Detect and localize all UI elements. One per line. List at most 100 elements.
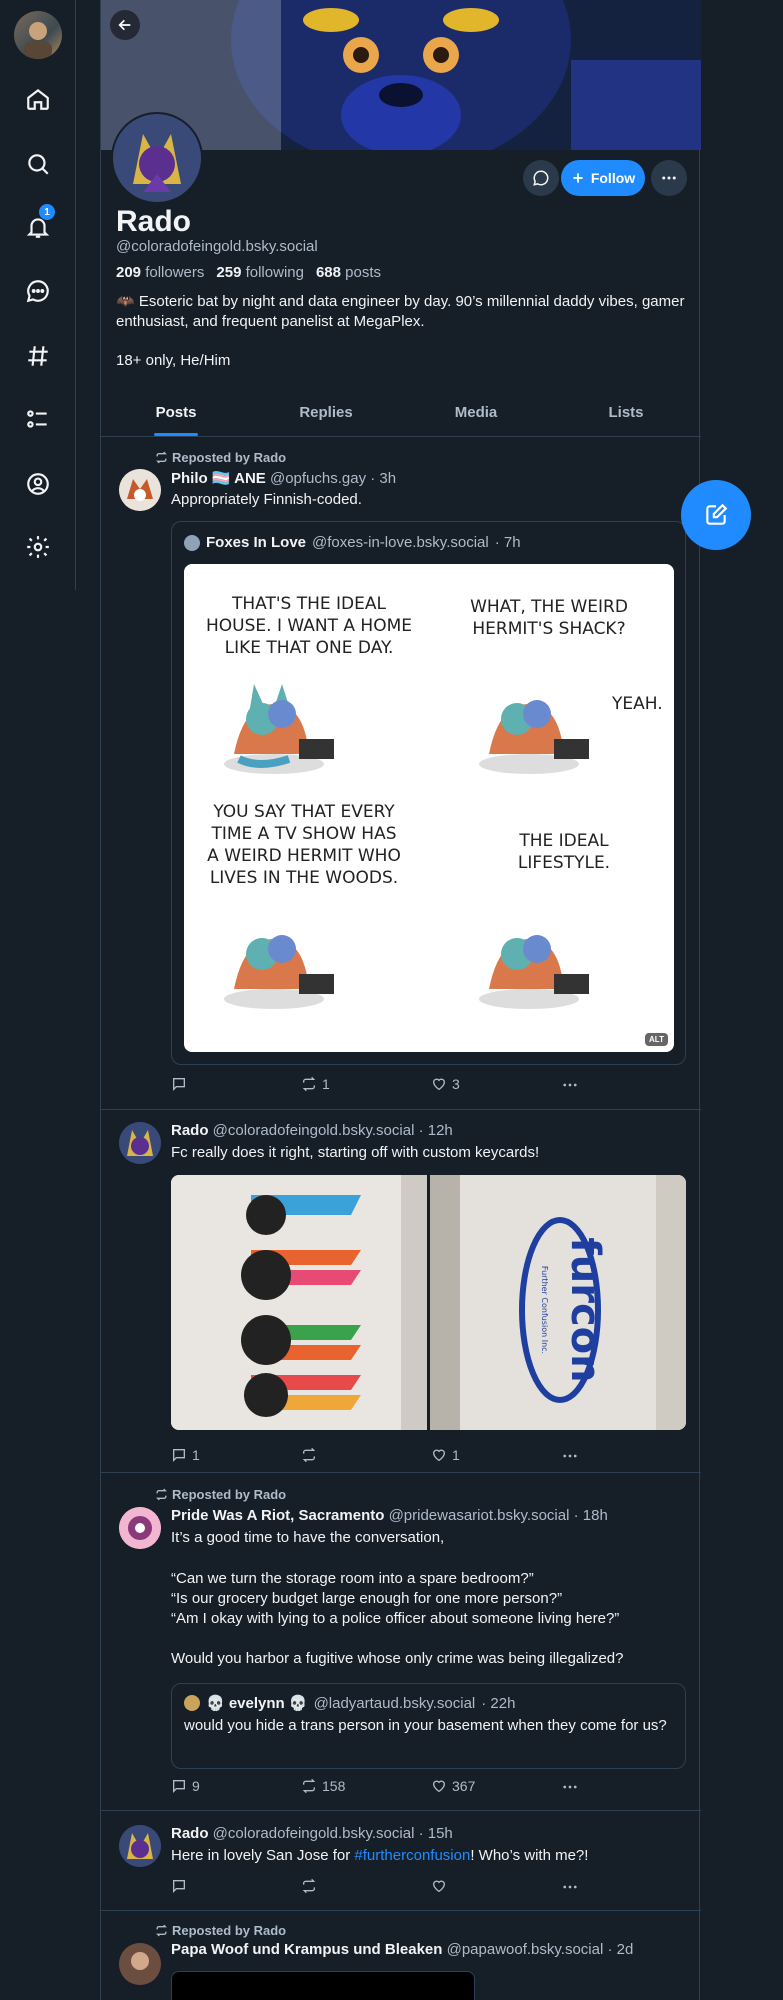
post-more-button[interactable]: [561, 1778, 579, 1796]
follow-button[interactable]: Follow: [561, 160, 645, 196]
compose-button[interactable]: [681, 480, 751, 550]
tab-replies[interactable]: Replies: [251, 395, 401, 436]
left-nav: 1: [0, 0, 76, 590]
lists-icon[interactable]: [18, 399, 58, 439]
comic-panel-1-text: THAT'S THE IDEAL HOUSE. I WANT A HOME LIKE…: [206, 594, 412, 658]
more-options-button[interactable]: [651, 160, 687, 196]
post-time[interactable]: · 18h: [574, 1507, 608, 1524]
feed-post[interactable]: Rado @coloradofeingold.bsky.social · 15h…: [101, 1811, 701, 1911]
tab-media[interactable]: Media: [401, 395, 551, 436]
my-avatar[interactable]: [14, 11, 62, 59]
repost-small-icon: [155, 451, 168, 464]
furcon-logo-sub: Further Confusion Inc.: [540, 1266, 549, 1354]
author-name[interactable]: Pride Was A Riot, Sacramento: [171, 1507, 384, 1524]
hashtag-icon[interactable]: [18, 336, 58, 376]
home-icon[interactable]: [18, 79, 58, 119]
fox-couple-4: [479, 935, 589, 1009]
following-link[interactable]: 259 following: [216, 264, 304, 281]
notifications-icon[interactable]: 1: [18, 204, 58, 247]
keycards-image[interactable]: [171, 1175, 427, 1430]
posts-count: 688 posts: [315, 264, 382, 281]
profile-icon[interactable]: [18, 464, 58, 504]
reply-button[interactable]: 9: [171, 1778, 200, 1794]
notifications-badge: 1: [39, 204, 55, 220]
author-name[interactable]: Philo 🏳️‍⚧️ ANE: [171, 470, 266, 487]
post-text: Here in lovely San Jose for #furtherconf…: [171, 1847, 589, 1864]
reply-button[interactable]: [171, 1076, 192, 1092]
message-button[interactable]: [523, 160, 559, 196]
follow-label: Follow: [590, 170, 636, 186]
post-actions: 1 1: [171, 1447, 591, 1467]
feed-post[interactable]: Rado @coloradofeingold.bsky.social · 12h…: [101, 1110, 701, 1473]
tab-lists[interactable]: Lists: [551, 395, 701, 436]
post-avatar[interactable]: [119, 1825, 161, 1867]
alt-text-badge[interactable]: ALT: [645, 1033, 668, 1046]
quoted-post[interactable]: Foxes In Love @foxes-in-love.bsky.social…: [171, 521, 686, 1065]
post-actions: 1 3: [171, 1076, 591, 1096]
post-avatar[interactable]: [119, 469, 161, 511]
quoted-post[interactable]: 💀 evelynn 💀 @ladyartaud.bsky.social · 22…: [171, 1683, 686, 1769]
author-handle[interactable]: @pridewasariot.bsky.social: [389, 1507, 570, 1524]
author-handle[interactable]: @papawoof.bsky.social: [447, 1941, 604, 1958]
post-text-line-2: “Can we turn the storage room into a spa…: [171, 1570, 534, 1587]
author-handle[interactable]: @coloradofeingold.bsky.social: [213, 1122, 415, 1139]
fox-couple-1: [224, 684, 334, 774]
reply-button[interactable]: [171, 1878, 187, 1894]
repost-button[interactable]: 158: [301, 1778, 345, 1794]
furcon-card-image[interactable]: furcon Further Confusion Inc.: [430, 1175, 686, 1430]
fox-couple-2: [479, 700, 589, 774]
post-avatar[interactable]: [119, 1122, 161, 1164]
author-name[interactable]: Rado: [171, 1122, 209, 1139]
quote-handle: @foxes-in-love.bsky.social: [312, 534, 489, 551]
post-text-line-1: It’s a good time to have the conversatio…: [171, 1529, 445, 1546]
author-name[interactable]: Papa Woof und Krampus und Bleaken: [171, 1941, 442, 1958]
quote-text: would you hide a trans person in your ba…: [184, 1717, 667, 1734]
followers-link[interactable]: 209 followers: [116, 264, 204, 281]
post-images: furcon Further Confusion Inc.: [171, 1175, 686, 1430]
like-button[interactable]: [431, 1878, 447, 1894]
profile-bio: 🦇 Esoteric bat by night and data enginee…: [116, 293, 685, 330]
repost-button[interactable]: 1: [301, 1076, 330, 1092]
post-time[interactable]: · 3h: [370, 470, 396, 487]
chat-icon[interactable]: [18, 271, 58, 311]
quote-handle: @ladyartaud.bsky.social: [313, 1694, 476, 1712]
fox-couple-3: [224, 935, 334, 1009]
reply-button[interactable]: 1: [171, 1447, 200, 1463]
settings-icon[interactable]: [18, 527, 58, 567]
quote-author: Foxes In Love: [206, 534, 307, 551]
back-button[interactable]: [110, 10, 140, 40]
post-time[interactable]: · 15h: [419, 1825, 453, 1842]
like-button[interactable]: 367: [431, 1778, 475, 1794]
author-name[interactable]: Rado: [171, 1825, 209, 1842]
post-text-line-3: “Is our grocery budget large enough for …: [171, 1590, 563, 1607]
repost-button[interactable]: [301, 1447, 322, 1463]
post-avatar[interactable]: [119, 1943, 161, 1985]
post-video-preview[interactable]: [171, 1971, 475, 2000]
comic-panel-2-reply: YEAH.: [611, 694, 663, 714]
post-header: Philo 🏳️‍⚧️ ANE @opfuchs.gay · 3h: [171, 469, 396, 487]
tab-posts[interactable]: Posts: [101, 395, 251, 436]
post-more-button[interactable]: [561, 1076, 579, 1094]
post-more-button[interactable]: [561, 1878, 579, 1896]
feed-post[interactable]: Reposted by Rado Pride Was A Riot, Sacra…: [101, 1473, 701, 1811]
comic-image[interactable]: THAT'S THE IDEAL HOUSE. I WANT A HOME LIKE…: [184, 564, 674, 1052]
feed-post[interactable]: Reposted by Rado Philo 🏳️‍⚧️ ANE @opfuch…: [101, 437, 701, 1110]
repost-indicator: Reposted by Rado: [155, 1923, 286, 1938]
post-actions: 9 158 367: [171, 1778, 591, 1798]
profile-avatar[interactable]: [111, 112, 203, 204]
repost-button[interactable]: [301, 1878, 317, 1894]
repost-indicator: Reposted by Rado: [155, 450, 286, 465]
post-avatar[interactable]: [119, 1507, 161, 1549]
plus-icon: [571, 171, 585, 185]
search-icon[interactable]: [18, 144, 58, 184]
author-handle[interactable]: @opfuchs.gay: [270, 470, 366, 487]
post-header: Rado @coloradofeingold.bsky.social · 12h: [171, 1122, 453, 1139]
hashtag-link[interactable]: #furtherconfusion: [354, 1847, 470, 1864]
feed-post[interactable]: Reposted by Rado Papa Woof und Krampus u…: [101, 1911, 701, 2000]
post-time[interactable]: · 2d: [607, 1941, 633, 1958]
post-time[interactable]: · 12h: [419, 1122, 453, 1139]
like-button[interactable]: 1: [431, 1447, 460, 1463]
like-button[interactable]: 3: [431, 1076, 460, 1092]
author-handle[interactable]: @coloradofeingold.bsky.social: [213, 1825, 415, 1842]
post-more-button[interactable]: [561, 1447, 579, 1465]
